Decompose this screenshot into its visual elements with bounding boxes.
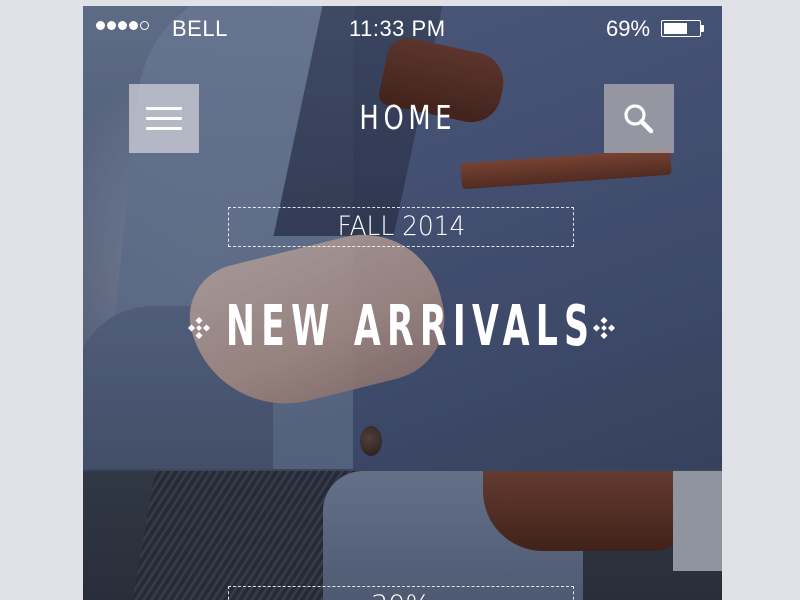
season-tag: FALL 2014 (228, 207, 574, 247)
headline: NEW ARRIVALS (225, 294, 596, 359)
status-time: 11:33 PM (349, 16, 446, 41)
signal-dot (129, 21, 138, 30)
battery-cap (701, 25, 704, 32)
signal-dot-empty (140, 21, 149, 30)
headline-row: NEW ARRIVALS (83, 292, 722, 362)
signal-dot (96, 21, 105, 30)
promo-card[interactable] (83, 471, 722, 600)
search-icon (624, 103, 654, 133)
carrier-name: BELL (172, 16, 228, 41)
battery-fill (664, 23, 688, 34)
diamond-ornament-icon (592, 316, 616, 340)
signal-dot (107, 21, 116, 30)
signal-strength-icon (96, 21, 149, 30)
page-title: HOME (359, 98, 457, 137)
promo-photo-overlay (83, 471, 722, 600)
phone-screen: BELL 11:33 PM 69% HOME FALL 2014 NEW ARR… (83, 6, 722, 600)
promo-tag: 30% (228, 586, 574, 600)
battery-icon (661, 20, 705, 37)
season-tag-label: FALL 2014 (337, 211, 465, 242)
signal-dot (118, 21, 127, 30)
status-bar: BELL 11:33 PM 69% (83, 6, 722, 52)
battery-percent: 69% (606, 16, 651, 41)
search-button[interactable] (604, 84, 674, 153)
